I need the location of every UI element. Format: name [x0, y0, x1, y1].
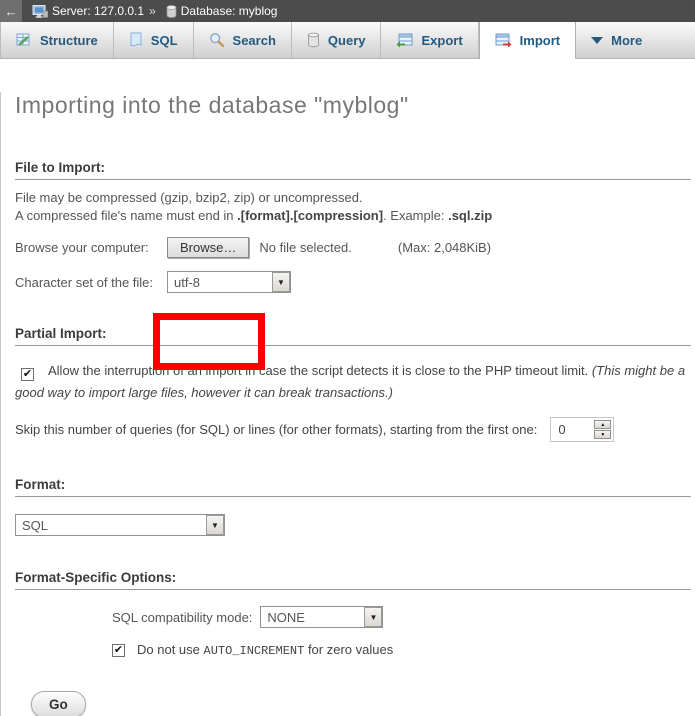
no-file-selected-text: No file selected.: [259, 240, 352, 255]
auto-increment-row: ✔ Do not use AUTO_INCREMENT for zero val…: [112, 642, 691, 658]
sql-icon: [129, 32, 143, 48]
tab-import[interactable]: Import: [479, 22, 576, 59]
compression-help-text: File may be compressed (gzip, bzip2, zip…: [15, 189, 691, 225]
allow-interruption-checkbox[interactable]: ✔: [21, 368, 34, 381]
breadcrumb-database[interactable]: Database: myblog: [181, 4, 278, 18]
sql-compatibility-select[interactable]: NONE ▼: [260, 606, 383, 628]
export-icon: [396, 33, 413, 48]
skip-queries-label: Skip this number of queries (for SQL) or…: [15, 422, 537, 437]
dropdown-arrow-icon: ▼: [364, 607, 382, 627]
format-select[interactable]: SQL ▼: [15, 514, 225, 536]
spinner-up-button[interactable]: ▲: [594, 420, 611, 429]
skip-queries-row: Skip this number of queries (for SQL) or…: [15, 417, 691, 442]
tab-more[interactable]: More: [576, 22, 657, 58]
tab-label: Structure: [40, 33, 98, 48]
tab-label: More: [611, 33, 642, 48]
tab-export[interactable]: Export: [381, 22, 478, 58]
tab-sql[interactable]: SQL: [114, 22, 194, 58]
go-button[interactable]: Go: [31, 691, 86, 716]
auto-increment-checkbox[interactable]: ✔: [112, 644, 125, 657]
browse-file-row: Browse your computer: Browse… No file se…: [15, 237, 691, 258]
import-page: Importing into the database "myblog" Fil…: [0, 92, 695, 716]
tab-query[interactable]: Query: [292, 22, 382, 58]
charset-label: Character set of the file:: [15, 275, 167, 290]
tab-structure[interactable]: Structure: [0, 22, 114, 58]
tab-label: Export: [421, 33, 462, 48]
browse-button[interactable]: Browse…: [167, 237, 249, 258]
charset-select[interactable]: utf-8 ▼: [167, 271, 291, 293]
browse-label: Browse your computer:: [15, 240, 167, 255]
structure-icon: [16, 33, 32, 48]
sql-compatibility-row: SQL compatibility mode: NONE ▼: [112, 606, 691, 628]
dropdown-arrow-icon: ▼: [206, 515, 224, 535]
allow-interruption-label: Allow the interruption of an import in c…: [48, 363, 592, 378]
tab-label: Import: [520, 33, 560, 48]
tab-search[interactable]: Search: [194, 22, 292, 58]
back-arrow-icon: ←: [5, 4, 18, 19]
import-icon: [495, 33, 512, 48]
breadcrumb-separator: »: [149, 4, 156, 18]
skip-queries-value: 0: [553, 422, 594, 437]
section-heading-file-to-import: File to Import:: [15, 160, 691, 180]
back-button[interactable]: ←: [0, 0, 24, 22]
max-size-note: (Max: 2,048KiB): [398, 240, 491, 255]
tab-bar: Structure SQL Search Query Export: [0, 22, 695, 59]
spinner-down-button[interactable]: ▼: [594, 430, 611, 439]
skip-queries-input[interactable]: 0 ▲ ▼: [550, 417, 614, 442]
section-heading-format: Format:: [15, 477, 691, 497]
breadcrumb-server[interactable]: Server: 127.0.0.1: [52, 4, 144, 18]
server-icon: [32, 5, 48, 18]
auto-increment-label: Do not use AUTO_INCREMENT for zero value…: [137, 642, 393, 658]
dropdown-arrow-icon: ▼: [272, 272, 290, 292]
allow-interruption-row: ✔ Allow the interruption of an import in …: [15, 360, 691, 404]
tab-label: Search: [233, 33, 276, 48]
section-heading-partial-import: Partial Import:: [15, 326, 691, 346]
charset-row: Character set of the file: utf-8 ▼: [15, 271, 691, 293]
search-icon: [209, 32, 225, 48]
section-heading-format-specific-options: Format-Specific Options:: [15, 570, 691, 590]
sql-compatibility-label: SQL compatibility mode:: [112, 610, 252, 625]
tab-label: SQL: [151, 33, 178, 48]
database-icon: [166, 5, 177, 18]
query-icon: [307, 32, 320, 48]
chevron-down-icon: [591, 37, 603, 44]
topbar: ← Server: 127.0.0.1 » Database: myblog: [0, 0, 695, 22]
page-title: Importing into the database "myblog": [15, 92, 691, 119]
tab-label: Query: [328, 33, 366, 48]
